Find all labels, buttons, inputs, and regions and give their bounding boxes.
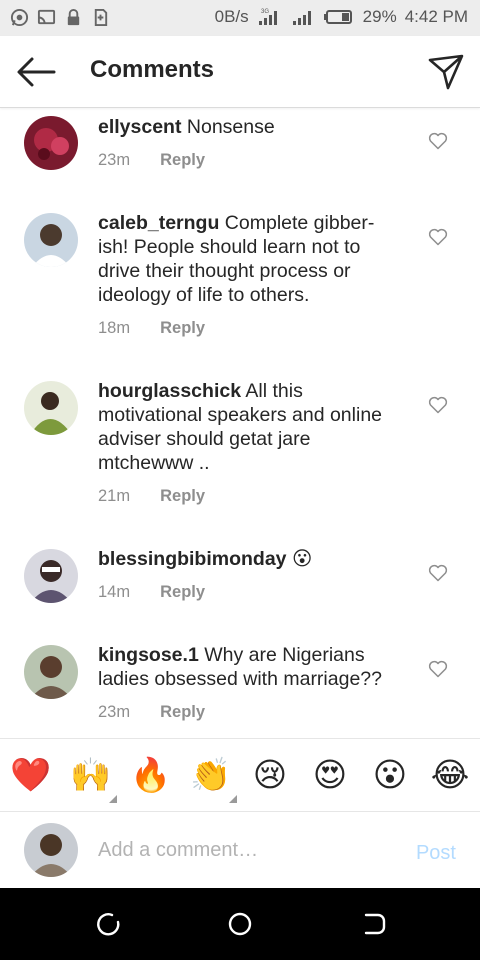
- heart-eyes-emoji-button[interactable]: 😍: [310, 755, 350, 795]
- skin-tone-indicator: [229, 795, 237, 803]
- avatar[interactable]: [24, 213, 78, 267]
- heart-icon[interactable]: [428, 660, 448, 678]
- comment-username[interactable]: ellyscent: [98, 116, 181, 138]
- signal-3g-icon: 3G: [258, 9, 277, 25]
- laughing-emoji-button[interactable]: 😂: [430, 755, 470, 795]
- navigation-bar: [0, 888, 480, 960]
- comment-time: 23m: [98, 703, 131, 721]
- reply-button[interactable]: Reply: [160, 487, 205, 506]
- network-speed: 0B/s: [214, 7, 249, 26]
- comment-time: 21m: [98, 487, 131, 505]
- skin-tone-indicator: [109, 795, 117, 803]
- signal-icon: [292, 11, 311, 25]
- lock-icon: [67, 8, 80, 26]
- comment-meta: 23m Reply: [98, 151, 205, 170]
- notification-icons: [10, 8, 110, 27]
- reply-button[interactable]: Reply: [160, 703, 205, 722]
- comment-text: hourglasschick All this motivational spe…: [98, 379, 404, 475]
- battery-level: 29%: [362, 7, 397, 26]
- comment-meta: 18m Reply: [98, 319, 205, 338]
- status-indicators: 0B/s 3G 29% 4:42 PM: [215, 7, 468, 27]
- comment-text: caleb_terngu Complete gibber-ish! People…: [98, 211, 404, 307]
- comment-composer: Post: [0, 812, 480, 888]
- battery-icon: [323, 10, 352, 24]
- avatar[interactable]: [24, 116, 78, 170]
- comment-text: ellyscent Nonsense: [98, 115, 404, 139]
- comment-content: 😮: [291, 548, 313, 570]
- comment-username[interactable]: hourglasschick: [98, 380, 241, 402]
- comment-time: 18m: [98, 319, 131, 337]
- page-title: Comments: [90, 56, 215, 83]
- post-button[interactable]: Post: [416, 842, 456, 865]
- heart-emoji-button[interactable]: ❤️: [10, 755, 51, 795]
- cast-icon: [37, 9, 56, 25]
- comment-time: 14m: [98, 583, 131, 601]
- surprised-emoji-button[interactable]: 😮: [370, 755, 410, 795]
- arrow-left-icon[interactable]: [14, 54, 58, 90]
- avatar[interactable]: [24, 381, 78, 435]
- comment-meta: 14m Reply: [98, 583, 205, 602]
- home-icon[interactable]: [226, 910, 254, 938]
- send-direct-icon[interactable]: [426, 52, 466, 92]
- fire-emoji-button[interactable]: 🔥: [130, 755, 171, 795]
- emoji-bar: ❤️ 🙌 🔥 👏 😢 😍 😮 😂: [0, 738, 480, 812]
- comment-text: kingsose.1 Why are Nigerians ladies obse…: [98, 643, 404, 691]
- comment-meta: 21m Reply: [98, 487, 205, 506]
- back-nav-icon[interactable]: [360, 910, 388, 938]
- clapping-emoji-button[interactable]: 👏: [190, 755, 231, 795]
- status-bar: 0B/s 3G 29% 4:42 PM: [0, 0, 480, 36]
- avatar[interactable]: [24, 645, 78, 699]
- svg-text:3G: 3G: [261, 9, 269, 15]
- comments-list[interactable]: ellyscent Nonsense 23m Reply caleb_terng…: [0, 109, 480, 737]
- reply-button[interactable]: Reply: [160, 583, 205, 602]
- comment-time: 23m: [98, 151, 131, 169]
- whatsapp-icon: [10, 8, 29, 27]
- comment-text: blessingbibimonday 😮: [98, 547, 404, 571]
- comment-content: Nonsense: [186, 116, 275, 138]
- comment-username[interactable]: caleb_terngu: [98, 212, 219, 234]
- clock: 4:42 PM: [404, 7, 468, 26]
- heart-icon[interactable]: [428, 564, 448, 582]
- raised-hands-emoji-button[interactable]: 🙌: [70, 755, 111, 795]
- comment-username[interactable]: kingsose.1: [98, 644, 199, 666]
- comment-meta: 23m Reply: [98, 703, 205, 722]
- heart-icon[interactable]: [428, 396, 448, 414]
- reply-button[interactable]: Reply: [160, 319, 205, 338]
- heart-icon[interactable]: [428, 228, 448, 246]
- reply-button[interactable]: Reply: [160, 151, 205, 170]
- sd-icon: [94, 8, 108, 27]
- comment-input[interactable]: [98, 830, 388, 870]
- crying-emoji-button[interactable]: 😢: [250, 755, 290, 795]
- comment-username[interactable]: blessingbibimonday: [98, 548, 287, 570]
- header: Comments: [0, 36, 480, 108]
- avatar[interactable]: [24, 549, 78, 603]
- heart-icon[interactable]: [428, 132, 448, 150]
- recent-apps-icon[interactable]: [94, 910, 122, 938]
- avatar: [24, 823, 78, 877]
